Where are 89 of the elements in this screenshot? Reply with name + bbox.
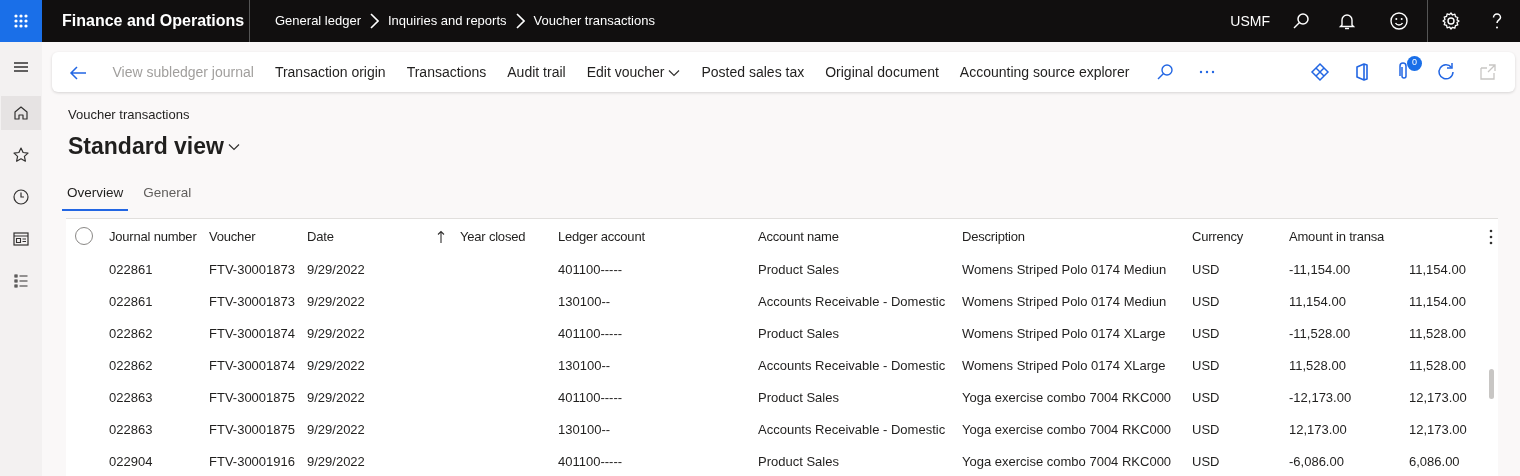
table-cell-text: Product Sales bbox=[757, 388, 840, 407]
breadcrumb-link[interactable]: General ledger bbox=[274, 10, 362, 32]
table-cell-text: 022861 bbox=[108, 292, 154, 311]
table-cell-text: 9/29/2022 bbox=[306, 452, 366, 471]
table-cell-text: 9/29/2022 bbox=[306, 292, 366, 311]
breadcrumb-link[interactable]: Inquiries and reports bbox=[387, 10, 508, 32]
column-header[interactable]: Date bbox=[307, 228, 334, 244]
table-cell-text: FTV-30001873 bbox=[208, 260, 296, 279]
table-cell-text: -6,086.00 bbox=[1288, 452, 1345, 471]
table-cell-text: 12,173.00 bbox=[1408, 420, 1468, 439]
table-cell-text: FTV-30001873 bbox=[208, 292, 296, 311]
table-cell-text: FTV-30001875 bbox=[208, 420, 296, 439]
breadcrumb-link[interactable]: Voucher transactions bbox=[532, 10, 656, 32]
table-cell-text: Product Sales bbox=[757, 324, 840, 343]
view-selector[interactable]: Standard view bbox=[68, 128, 1520, 163]
table-cell-text: Product Sales bbox=[757, 452, 840, 471]
toolbar-button[interactable]: Audit trail bbox=[496, 61, 577, 83]
table-cell-text: Yoga exercise combo 7004 RKC000 bbox=[961, 420, 1173, 439]
table-cell-text: 022861 bbox=[108, 260, 154, 279]
table-cell-text: USD bbox=[1191, 324, 1221, 343]
table-cell-text: 022863 bbox=[108, 420, 154, 439]
table-cell-text: 022863 bbox=[108, 388, 154, 407]
tab[interactable]: Overview bbox=[62, 179, 129, 212]
toolbar-button[interactable]: Transaction origin bbox=[264, 61, 397, 83]
table-cell-text: 11,154.00 bbox=[1408, 260, 1467, 279]
company-code: USMF bbox=[1230, 11, 1270, 31]
table-cell-text: 401100----- bbox=[557, 324, 624, 343]
table-cell-text: 11,528.00 bbox=[1408, 324, 1467, 343]
table-cell-text: FTV-30001916 bbox=[208, 452, 296, 471]
table-cell-text: -11,528.00 bbox=[1288, 324, 1352, 343]
table-cell-text: Womens Striped Polo 0174 XLarge bbox=[961, 324, 1167, 343]
table-cell-text: USD bbox=[1191, 388, 1221, 407]
table-cell-text: 9/29/2022 bbox=[306, 324, 366, 343]
table-cell-text: FTV-30001874 bbox=[208, 356, 296, 375]
table-cell-text: Womens Striped Polo 0174 XLarge bbox=[961, 356, 1167, 375]
table-cell-text: 022862 bbox=[108, 324, 154, 343]
table-cell-text: Product Sales bbox=[757, 260, 840, 279]
toolbar-button[interactable]: Accounting source explorer bbox=[949, 61, 1140, 83]
table-cell-text: Yoga exercise combo 7004 RKC000 bbox=[961, 388, 1173, 407]
table-cell-text: 401100----- bbox=[557, 452, 624, 471]
app-title: Finance and Operations bbox=[42, 0, 250, 42]
table-cell-text: 9/29/2022 bbox=[306, 260, 366, 279]
attachment-count-badge: 0 bbox=[1407, 55, 1422, 71]
table-cell-text: USD bbox=[1191, 452, 1221, 471]
table-cell-text: 022862 bbox=[108, 356, 154, 375]
table-cell-text: 12,173.00 bbox=[1288, 420, 1348, 439]
table-cell-text: -11,154.00 bbox=[1288, 260, 1352, 279]
table-cell-text: FTV-30001875 bbox=[208, 388, 296, 407]
column-header[interactable]: Currency bbox=[1183, 219, 1280, 254]
table-cell-text: 130100-- bbox=[557, 292, 612, 311]
table-cell-text: USD bbox=[1191, 420, 1221, 439]
table-cell-text: Womens Striped Polo 0174 Mediun bbox=[961, 292, 1168, 311]
table-cell-text: Accounts Receivable - Domestic bbox=[757, 292, 947, 311]
table-cell-text: -12,173.00 bbox=[1288, 388, 1353, 407]
column-header[interactable]: Voucher bbox=[200, 219, 298, 254]
table-cell-text: 130100-- bbox=[557, 420, 612, 439]
table-cell-text: 401100----- bbox=[557, 388, 624, 407]
table-cell-text: 022904 bbox=[108, 452, 154, 471]
column-header[interactable]: Year closed bbox=[451, 219, 549, 254]
column-header[interactable]: Account name bbox=[749, 219, 953, 254]
table-cell-text: 130100-- bbox=[557, 356, 612, 375]
toolbar-button[interactable]: Posted sales tax bbox=[690, 61, 815, 83]
column-header[interactable]: Amount in transa bbox=[1280, 219, 1400, 254]
table-cell-text: FTV-30001874 bbox=[208, 324, 296, 343]
table-cell-text: 6,086.00 bbox=[1408, 452, 1461, 471]
table-cell-text: 9/29/2022 bbox=[306, 356, 366, 375]
toolbar-button[interactable]: Transactions bbox=[396, 61, 497, 83]
table-cell-text: Accounts Receivable - Domestic bbox=[757, 420, 947, 439]
table-cell-text: 9/29/2022 bbox=[306, 420, 366, 439]
table-cell-text: USD bbox=[1191, 292, 1221, 311]
table-cell-text: 11,528.00 bbox=[1408, 356, 1467, 375]
page-caption: Voucher transactions bbox=[68, 106, 191, 124]
table-cell-text: Yoga exercise combo 7004 RKC000 bbox=[961, 452, 1173, 471]
table-cell-text: 9/29/2022 bbox=[306, 388, 366, 407]
toolbar-button[interactable]: Edit voucher bbox=[576, 61, 691, 83]
toolbar-button[interactable]: Original document bbox=[814, 61, 950, 83]
column-header[interactable]: Description bbox=[953, 219, 1183, 254]
table-cell-text: Womens Striped Polo 0174 Mediun bbox=[961, 260, 1168, 279]
column-header[interactable]: Journal number bbox=[100, 219, 200, 254]
table-cell-text: Accounts Receivable - Domestic bbox=[757, 356, 947, 375]
table-cell-text: USD bbox=[1191, 356, 1221, 375]
table-cell-text: 11,154.00 bbox=[1408, 292, 1467, 311]
tab[interactable]: General bbox=[138, 179, 197, 212]
table-cell-text: USD bbox=[1191, 260, 1221, 279]
column-header[interactable]: Ledger account bbox=[549, 219, 749, 254]
table-cell-text: 11,154.00 bbox=[1288, 292, 1347, 311]
table-cell-text: 11,528.00 bbox=[1288, 356, 1347, 375]
table-cell-text: 12,173.00 bbox=[1408, 388, 1468, 407]
table-cell-text: 401100----- bbox=[557, 260, 624, 279]
